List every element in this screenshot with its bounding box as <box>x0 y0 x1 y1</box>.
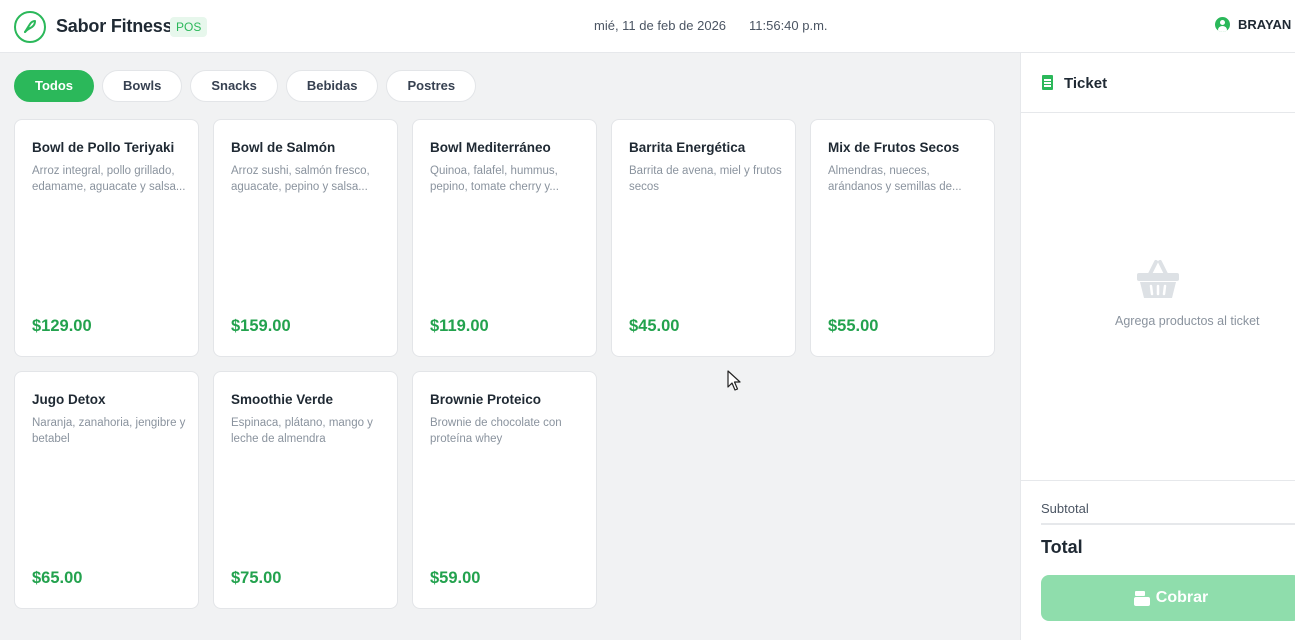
product-price: $159.00 <box>231 317 291 335</box>
product-name: Barrita Energética <box>629 140 746 155</box>
product-description: Barrita de avena, miel y frutos secos <box>629 165 782 193</box>
subtotal-label: Subtotal <box>1041 501 1089 516</box>
product-description: Almendras, nueces, arándanos y semillas … <box>828 165 962 193</box>
ticket-header: Ticket <box>1021 53 1295 113</box>
category-chip-todos[interactable]: Todos <box>14 70 95 102</box>
product-price: $55.00 <box>828 317 879 335</box>
ticket-totals: Subtotal Total Cobrar <box>1021 480 1295 621</box>
receipt-icon <box>1042 75 1053 90</box>
product-description: Brownie de chocolate con proteína whey <box>430 417 562 445</box>
basket-icon <box>1137 260 1179 298</box>
totals-divider <box>1041 523 1295 525</box>
current-time: 11:56:40 p.m. <box>749 18 828 33</box>
category-chip-postres[interactable]: Postres <box>386 70 477 102</box>
charge-button-label: Cobrar <box>1155 589 1209 606</box>
app-header: Sabor Fitness POS mié, 11 de feb de 2026… <box>0 0 1295 53</box>
current-date: mié, 11 de feb de 2026 <box>594 18 727 33</box>
user-menu[interactable]: BRAYAN <box>1215 17 1291 32</box>
ticket-title: Ticket <box>1064 75 1108 92</box>
product-description: Quinoa, falafel, hummus, pepino, tomate … <box>430 165 559 193</box>
product-card[interactable]: Mix de Frutos Secos Almendras, nueces, a… <box>810 119 995 357</box>
product-name: Jugo Detox <box>32 392 106 407</box>
product-price: $59.00 <box>430 569 481 587</box>
cash-register-icon <box>1133 590 1150 606</box>
product-description: Naranja, zanahoria, jengibre y betabel <box>32 417 186 445</box>
product-card[interactable]: Bowl Mediterráneo Quinoa, falafel, hummu… <box>412 119 597 357</box>
product-price: $129.00 <box>32 317 92 335</box>
product-price: $75.00 <box>231 569 282 587</box>
product-card[interactable]: Smoothie Verde Espinaca, plátano, mango … <box>213 371 398 609</box>
product-name: Bowl de Pollo Teriyaki <box>32 140 175 155</box>
product-price: $65.00 <box>32 569 83 587</box>
empty-ticket-message: Agrega productos al ticket <box>1115 314 1260 328</box>
product-name: Brownie Proteico <box>430 392 542 407</box>
product-price: $119.00 <box>430 317 489 335</box>
product-description: Espinaca, plátano, mango y leche de alme… <box>231 417 373 445</box>
brand-name: Sabor Fitness <box>56 16 173 36</box>
user-avatar-icon <box>1215 17 1230 32</box>
product-card[interactable]: Barrita Energética Barrita de avena, mie… <box>611 119 796 357</box>
pos-badge: POS <box>170 17 208 37</box>
product-description: Arroz sushi, salmón fresco, aguacate, pe… <box>231 165 370 193</box>
product-description: Arroz integral, pollo grillado, edamame,… <box>32 165 186 193</box>
product-card[interactable]: Bowl de Pollo Teriyaki Arroz integral, p… <box>14 119 199 357</box>
product-name: Smoothie Verde <box>231 392 334 407</box>
product-name: Bowl de Salmón <box>231 140 336 155</box>
category-chip-snacks[interactable]: Snacks <box>190 70 278 102</box>
ticket-panel: Ticket Agrega productos al ticket Subtot… <box>1020 53 1295 640</box>
total-label: Total <box>1041 537 1083 557</box>
charge-button[interactable]: Cobrar <box>1041 575 1295 621</box>
category-chip-bowls[interactable]: Bowls <box>102 70 183 102</box>
mouse-pointer-icon <box>727 370 741 391</box>
product-card[interactable]: Bowl de Salmón Arroz sushi, salmón fresc… <box>213 119 398 357</box>
product-price: $45.00 <box>629 317 680 335</box>
product-card[interactable]: Brownie Proteico Brownie de chocolate co… <box>412 371 597 609</box>
leaf-logo-icon <box>14 11 46 43</box>
category-chip-bebidas[interactable]: Bebidas <box>285 70 379 102</box>
product-name: Mix de Frutos Secos <box>828 140 960 155</box>
product-grid: Bowl de Pollo Teriyaki Arroz integral, p… <box>14 119 996 609</box>
user-name: BRAYAN <box>1238 17 1292 32</box>
product-card[interactable]: Jugo Detox Naranja, zanahoria, jengibre … <box>14 371 199 609</box>
category-filters: Todos Bowls Snacks Bebidas Postres <box>14 70 477 102</box>
product-name: Bowl Mediterráneo <box>430 140 551 155</box>
empty-ticket-state: Agrega productos al ticket <box>1021 258 1295 328</box>
